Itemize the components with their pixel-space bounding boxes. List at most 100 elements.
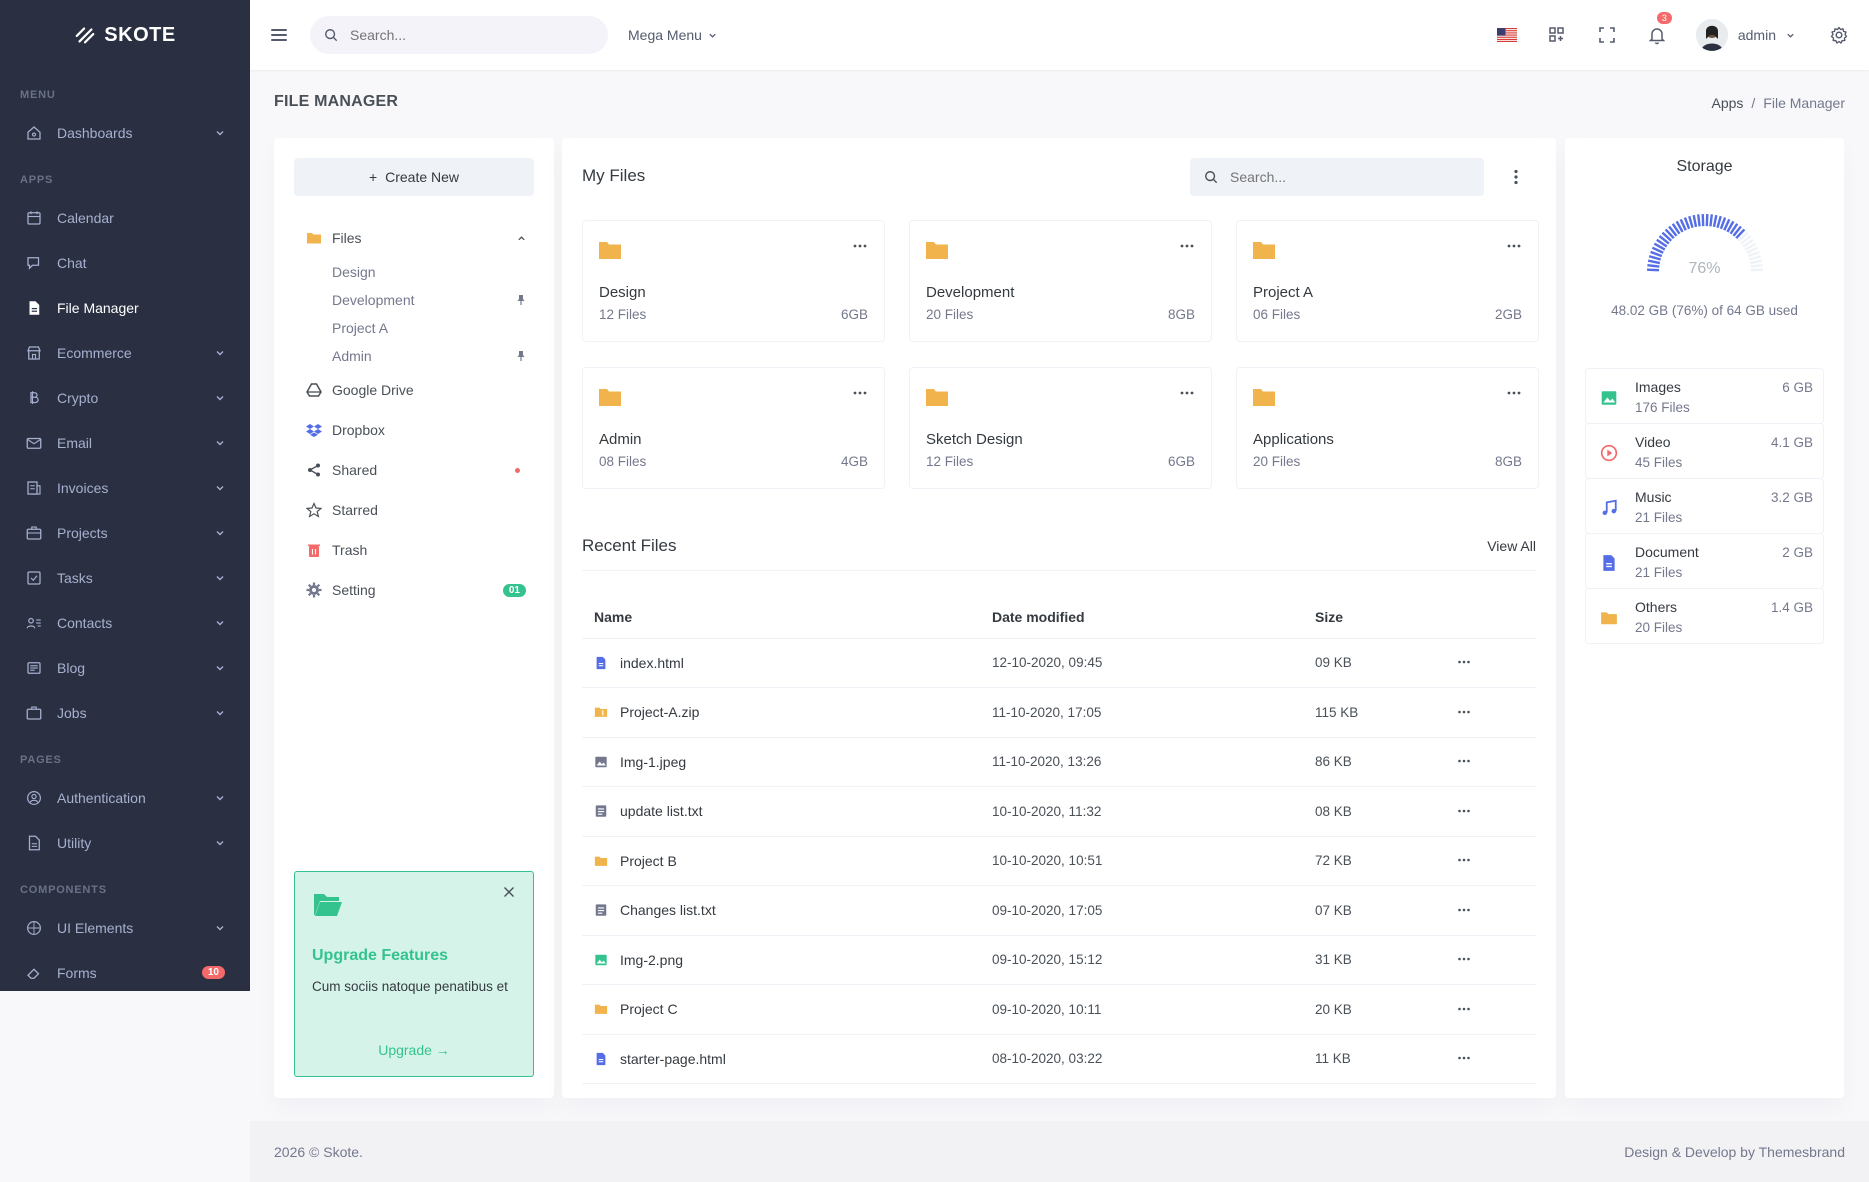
tree-starred[interactable]: Starred <box>306 490 526 530</box>
table-row[interactable]: Changes list.txt 09-10-2020, 17:05 07 KB <box>582 885 1536 936</box>
folder-card[interactable]: Design 12 Files 6GB <box>582 220 885 342</box>
storage-item[interactable]: Document 21 Files 2 GB <box>1585 533 1824 589</box>
more-dots-icon[interactable] <box>1457 756 1471 766</box>
storage-item-size: 6 GB <box>1782 380 1813 395</box>
brand-logo[interactable]: SKOTE <box>0 0 250 70</box>
settings-button[interactable] <box>1809 0 1869 70</box>
sidebar-item-ecommerce[interactable]: Ecommerce <box>0 330 250 375</box>
sidebar-item-projects[interactable]: Projects <box>0 510 250 555</box>
table-row[interactable]: Img-2.png 09-10-2020, 15:12 31 KB <box>582 935 1536 985</box>
sidebar-item-chat[interactable]: Chat <box>0 240 250 285</box>
sidebar-item-dashboards[interactable]: Dashboards <box>0 110 250 155</box>
folder-card[interactable]: Applications 20 Files 8GB <box>1236 367 1539 489</box>
more-dots-icon[interactable] <box>1506 388 1522 398</box>
more-dots-icon[interactable] <box>1457 855 1471 865</box>
storage-item[interactable]: Music 21 Files 3.2 GB <box>1585 478 1824 534</box>
tree-sub-project-a[interactable]: Project A <box>306 314 526 342</box>
tree-sub-development[interactable]: Development <box>306 286 526 314</box>
file-date: 09-10-2020, 17:05 <box>980 885 1303 936</box>
tree-shared[interactable]: Shared <box>306 450 526 490</box>
table-row[interactable]: Img-1.jpeg 11-10-2020, 13:26 86 KB <box>582 737 1536 787</box>
sidebar-item-calendar[interactable]: Calendar <box>0 195 250 240</box>
unread-dot <box>515 467 520 473</box>
sidebar-item-crypto[interactable]: Crypto <box>0 375 250 420</box>
file-name[interactable]: Project C <box>620 1001 678 1017</box>
header-search-input[interactable] <box>350 27 590 43</box>
create-new-button[interactable]: + Create New <box>294 158 534 196</box>
more-dots-icon[interactable] <box>1457 1053 1471 1063</box>
file-name[interactable]: starter-page.html <box>620 1051 726 1067</box>
more-dots-icon[interactable] <box>1457 657 1471 667</box>
sidebar-item-utility[interactable]: Utility <box>0 820 250 865</box>
view-all-link[interactable]: View All <box>1487 538 1536 554</box>
file-name[interactable]: Project-A.zip <box>620 704 699 720</box>
close-icon[interactable] <box>503 886 515 898</box>
sidebar-item-email[interactable]: Email <box>0 420 250 465</box>
folder-card[interactable]: Sketch Design 12 Files 6GB <box>909 367 1212 489</box>
folder-card[interactable]: Project A 06 Files 2GB <box>1236 220 1539 342</box>
mega-menu-dropdown[interactable]: Mega Menu <box>628 27 717 43</box>
sidebar-item-ui-elements[interactable]: UI Elements <box>0 905 250 950</box>
upgrade-link[interactable]: Upgrade → <box>295 1042 533 1058</box>
more-dots-icon[interactable] <box>1457 707 1471 717</box>
more-dots-icon[interactable] <box>852 241 868 251</box>
tree-trash[interactable]: Trash <box>306 530 526 570</box>
table-row[interactable]: Project-A.zip 11-10-2020, 17:05 115 KB <box>582 687 1536 738</box>
storage-item-count: 176 Files <box>1635 400 1690 415</box>
file-name[interactable]: Changes list.txt <box>620 902 716 918</box>
sidebar-item-blog[interactable]: Blog <box>0 645 250 690</box>
more-dots-icon[interactable] <box>1457 905 1471 915</box>
sidebar-item-invoices[interactable]: Invoices <box>0 465 250 510</box>
notifications-button[interactable]: 3 <box>1632 0 1682 70</box>
storage-item[interactable]: Images 176 Files 6 GB <box>1585 368 1824 424</box>
storage-percent: 76% <box>1688 260 1721 277</box>
folder-card[interactable]: Admin 08 Files 4GB <box>582 367 885 489</box>
table-row[interactable]: Project C 09-10-2020, 10:11 20 KB <box>582 984 1536 1035</box>
header-search[interactable] <box>310 16 608 54</box>
folder-card[interactable]: Development 20 Files 8GB <box>909 220 1212 342</box>
storage-item[interactable]: Video 45 Files 4.1 GB <box>1585 423 1824 479</box>
sidebar-item-file-manager[interactable]: File Manager <box>0 285 250 330</box>
sidebar-item-forms[interactable]: Forms 10 <box>0 950 250 991</box>
more-dots-icon[interactable] <box>1179 241 1195 251</box>
file-name[interactable]: Img-2.png <box>620 952 683 968</box>
sidebar-item-authentication[interactable]: Authentication <box>0 775 250 820</box>
sidebar-label: File Manager <box>57 299 139 316</box>
file-name[interactable]: Img-1.jpeg <box>620 754 686 770</box>
storage-item-size: 4.1 GB <box>1770 435 1813 450</box>
recent-files-body: index.html 12-10-2020, 09:45 09 KB Proje… <box>582 638 1536 1084</box>
more-dots-icon[interactable] <box>1179 388 1195 398</box>
fullscreen-button[interactable] <box>1582 0 1632 70</box>
more-dots-icon[interactable] <box>1506 241 1522 251</box>
tree-google-drive[interactable]: Google Drive <box>306 370 526 410</box>
files-search[interactable] <box>1190 158 1484 196</box>
more-dots-icon[interactable] <box>1457 1004 1471 1014</box>
more-dots-icon[interactable] <box>1457 954 1471 964</box>
file-name[interactable]: Project B <box>620 853 677 869</box>
vertical-dots-icon[interactable] <box>1504 165 1528 189</box>
sidebar-item-jobs[interactable]: Jobs <box>0 690 250 735</box>
language-selector[interactable] <box>1482 0 1532 70</box>
table-row[interactable]: starter-page.html 08-10-2020, 03:22 11 K… <box>582 1034 1536 1084</box>
file-name[interactable]: index.html <box>620 655 684 671</box>
files-search-input[interactable] <box>1230 169 1470 185</box>
table-row[interactable]: update list.txt 10-10-2020, 11:32 08 KB <box>582 786 1536 837</box>
apps-grid-button[interactable] <box>1532 0 1582 70</box>
tree-sub-admin[interactable]: Admin <box>306 342 526 370</box>
file-name[interactable]: update list.txt <box>620 803 703 819</box>
user-dropdown[interactable]: admin <box>1682 0 1809 70</box>
breadcrumb-apps[interactable]: Apps <box>1711 95 1743 111</box>
more-dots-icon[interactable] <box>852 388 868 398</box>
search-icon <box>325 29 338 42</box>
tree-dropbox[interactable]: Dropbox <box>306 410 526 450</box>
storage-item[interactable]: Others 20 Files 1.4 GB <box>1585 588 1824 644</box>
sidebar-item-tasks[interactable]: Tasks <box>0 555 250 600</box>
tree-setting[interactable]: Setting 01 <box>306 570 526 610</box>
sidebar-item-contacts[interactable]: Contacts <box>0 600 250 645</box>
table-row[interactable]: index.html 12-10-2020, 09:45 09 KB <box>582 638 1536 688</box>
hamburger-menu-icon[interactable] <box>267 23 291 47</box>
tree-sub-design[interactable]: Design <box>306 258 526 286</box>
tree-files[interactable]: Files <box>306 218 526 258</box>
table-row[interactable]: Project B 10-10-2020, 10:51 72 KB <box>582 836 1536 886</box>
more-dots-icon[interactable] <box>1457 806 1471 816</box>
